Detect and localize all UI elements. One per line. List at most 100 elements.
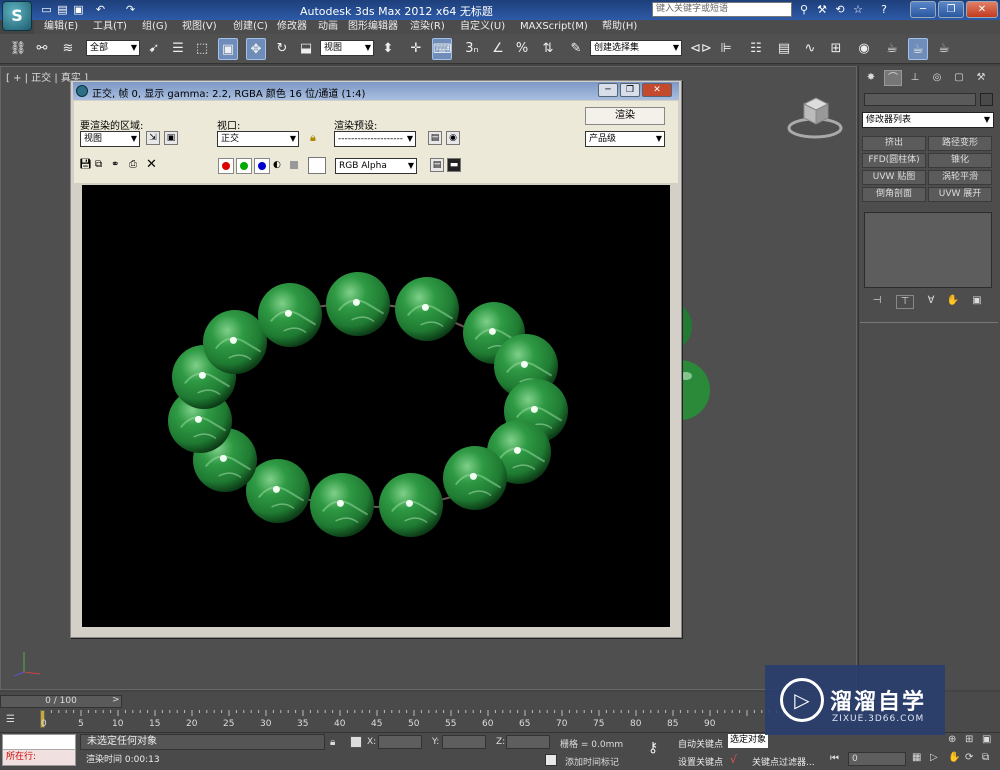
key-icon[interactable]: ⚷ [648,740,658,756]
auto-region-icon[interactable]: ▣ [164,131,178,145]
rendered-image[interactable] [82,185,670,627]
zoom-extents-icon[interactable]: ▣ [982,734,991,745]
toggle-ui-icon[interactable]: ▬ [447,158,461,172]
current-frame-field[interactable]: 0 [848,752,906,766]
utilities-tab-icon[interactable]: ⚒ [972,70,990,86]
percent-snap-icon[interactable]: % [512,38,532,60]
render-viewport-select[interactable]: 正交 ▼ [217,131,299,147]
undo-icon[interactable]: ↶ [94,3,107,16]
render-maximize-button[interactable]: ❐ [620,83,640,97]
show-end-result-icon[interactable]: ⊤ [896,295,914,309]
toggle-ui-overlays-icon[interactable]: ▤ [430,158,444,172]
goto-start-icon[interactable]: ⏮ [830,753,839,764]
add-time-tag-button[interactable]: 添加时间标记 [565,755,619,768]
modifier-uvw-map-button[interactable]: UVW 贴图 [862,170,926,185]
keyboard-shortcut-override-icon[interactable]: ⌨ [432,38,452,60]
edit-region-icon[interactable]: ⇲ [146,131,160,145]
render-preset-select[interactable]: -------------------- ▼ [334,131,416,147]
tools-icon[interactable]: ⚒ [814,2,830,17]
menu-graph-editors[interactable]: 图形编辑器 [348,20,398,34]
alpha-channel-icon[interactable]: ◐ [273,160,281,170]
select-by-name-icon[interactable]: ☰ [168,38,188,60]
modifier-extrude-button[interactable]: 挤出 [862,136,926,151]
green-channel-toggle[interactable] [236,158,252,174]
render-setup-small-icon[interactable]: ▤ [428,131,442,145]
menu-maxscript[interactable]: MAXScript(M) [520,20,588,34]
area-to-render-select[interactable]: 视图 ▼ [80,131,140,147]
pivot-center-icon[interactable]: ⬍ [378,38,398,60]
menu-animation[interactable]: 动画 [318,20,338,34]
named-selection-select[interactable]: 创建选择集 ▼ [590,40,682,56]
render-minimize-button[interactable]: ─ [598,83,618,97]
move-icon[interactable]: ✥ [246,38,266,60]
align-icon[interactable]: ⊫ [716,38,736,60]
favorites-icon[interactable]: ☆ [850,2,866,17]
key-mode-select[interactable]: 选定对象 [728,734,768,748]
channel-display-select[interactable]: RGB Alpha ▼ [335,158,417,174]
rotate-icon[interactable]: ↻ [272,38,292,60]
mini-curve-editor-icon[interactable]: ☰ [6,714,26,726]
menu-group[interactable]: 组(G) [142,20,168,34]
render-button[interactable]: 渲染 [585,107,665,125]
menu-tools[interactable]: 工具(T) [93,20,127,34]
display-tab-icon[interactable]: ▢ [950,70,968,86]
set-key-button[interactable]: 设置关键点 [678,755,723,768]
modifier-unwrap-uvw-button[interactable]: UVW 展开 [928,187,992,202]
modifier-list-select[interactable]: 修改器列表 ▼ [862,112,994,128]
modifier-ffd-cyl-button[interactable]: FFD(圆柱体) [862,153,926,168]
make-unique-icon[interactable]: ∀ [922,295,940,309]
time-config-icon[interactable]: ▦ [912,752,921,763]
configure-sets-icon[interactable]: ▣ [968,295,986,309]
modifier-taper-button[interactable]: 锥化 [928,153,992,168]
pin-stack-icon[interactable]: ⊣ [868,295,886,309]
clear-icon[interactable]: ✕ [146,157,157,172]
angle-snap-icon[interactable]: ∠ [488,38,508,60]
menu-rendering[interactable]: 渲染(R) [410,20,445,34]
remove-modifier-icon[interactable]: ✋ [944,295,962,309]
modifier-path-deform-button[interactable]: 路径变形 [928,136,992,151]
spinner-snap-icon[interactable]: ⇅ [538,38,558,60]
edit-named-selection-icon[interactable]: ✎ [566,38,586,60]
modify-tab-icon[interactable]: ⌒ [884,70,902,86]
time-slider[interactable]: 0 / 100 [0,695,122,708]
object-color-swatch[interactable] [980,93,993,106]
pan-icon[interactable]: ✋ [948,752,960,763]
menu-create[interactable]: 创建(C) [233,20,268,34]
absolute-mode-icon[interactable] [350,736,362,748]
modifier-turbosmooth-button[interactable]: 涡轮平滑 [928,170,992,185]
clone-window-icon[interactable]: ⚭ [111,159,119,170]
hierarchy-tab-icon[interactable]: ⊥ [906,70,924,86]
menu-edit[interactable]: 编辑(E) [44,20,78,34]
material-editor-icon[interactable]: ◉ [854,38,874,60]
environment-effects-icon[interactable]: ◉ [446,131,460,145]
redo-icon[interactable]: ↷ [124,3,137,16]
x-coord-field[interactable] [378,735,422,749]
auto-key-button[interactable]: 自动关键点 [678,737,723,750]
select-manipulate-icon[interactable]: ✛ [406,38,426,60]
unlink-icon[interactable]: ⚯ [32,38,52,60]
snaps-toggle-icon[interactable]: 3ₙ [462,38,482,60]
save-image-icon[interactable]: 💾︎ [79,159,92,170]
selection-filter-select[interactable]: 全部 ▼ [86,40,140,56]
close-button[interactable]: ✕ [966,1,998,18]
time-tag-icon[interactable] [545,754,557,766]
help-icon[interactable]: ? [876,2,892,17]
open-file-icon[interactable]: ▤ [56,3,69,16]
mirror-icon[interactable]: ⊲⊳ [690,38,712,60]
zoom-icon[interactable]: ⊕ [948,734,956,745]
curve-editor-icon[interactable]: ∿ [800,38,820,60]
monochrome-icon[interactable] [290,161,298,169]
lock-icon[interactable]: 🔒︎ [330,737,335,748]
schematic-view-icon[interactable]: ⊞ [826,38,846,60]
motion-tab-icon[interactable]: ◎ [928,70,946,86]
reference-coordinate-select[interactable]: 视图 ▼ [320,40,374,56]
create-tab-icon[interactable]: ✸ [862,70,880,86]
maxscript-listener[interactable]: 所在行: [2,734,76,766]
minimize-button[interactable]: ─ [910,1,936,18]
y-coord-field[interactable] [442,735,486,749]
key-filter-icon[interactable]: √ [730,753,737,766]
modifier-stack-view[interactable] [864,212,992,288]
link-icon[interactable]: ⛓ [8,38,28,60]
exchange-icon[interactable]: ⟲ [832,2,848,17]
z-coord-field[interactable] [506,735,550,749]
